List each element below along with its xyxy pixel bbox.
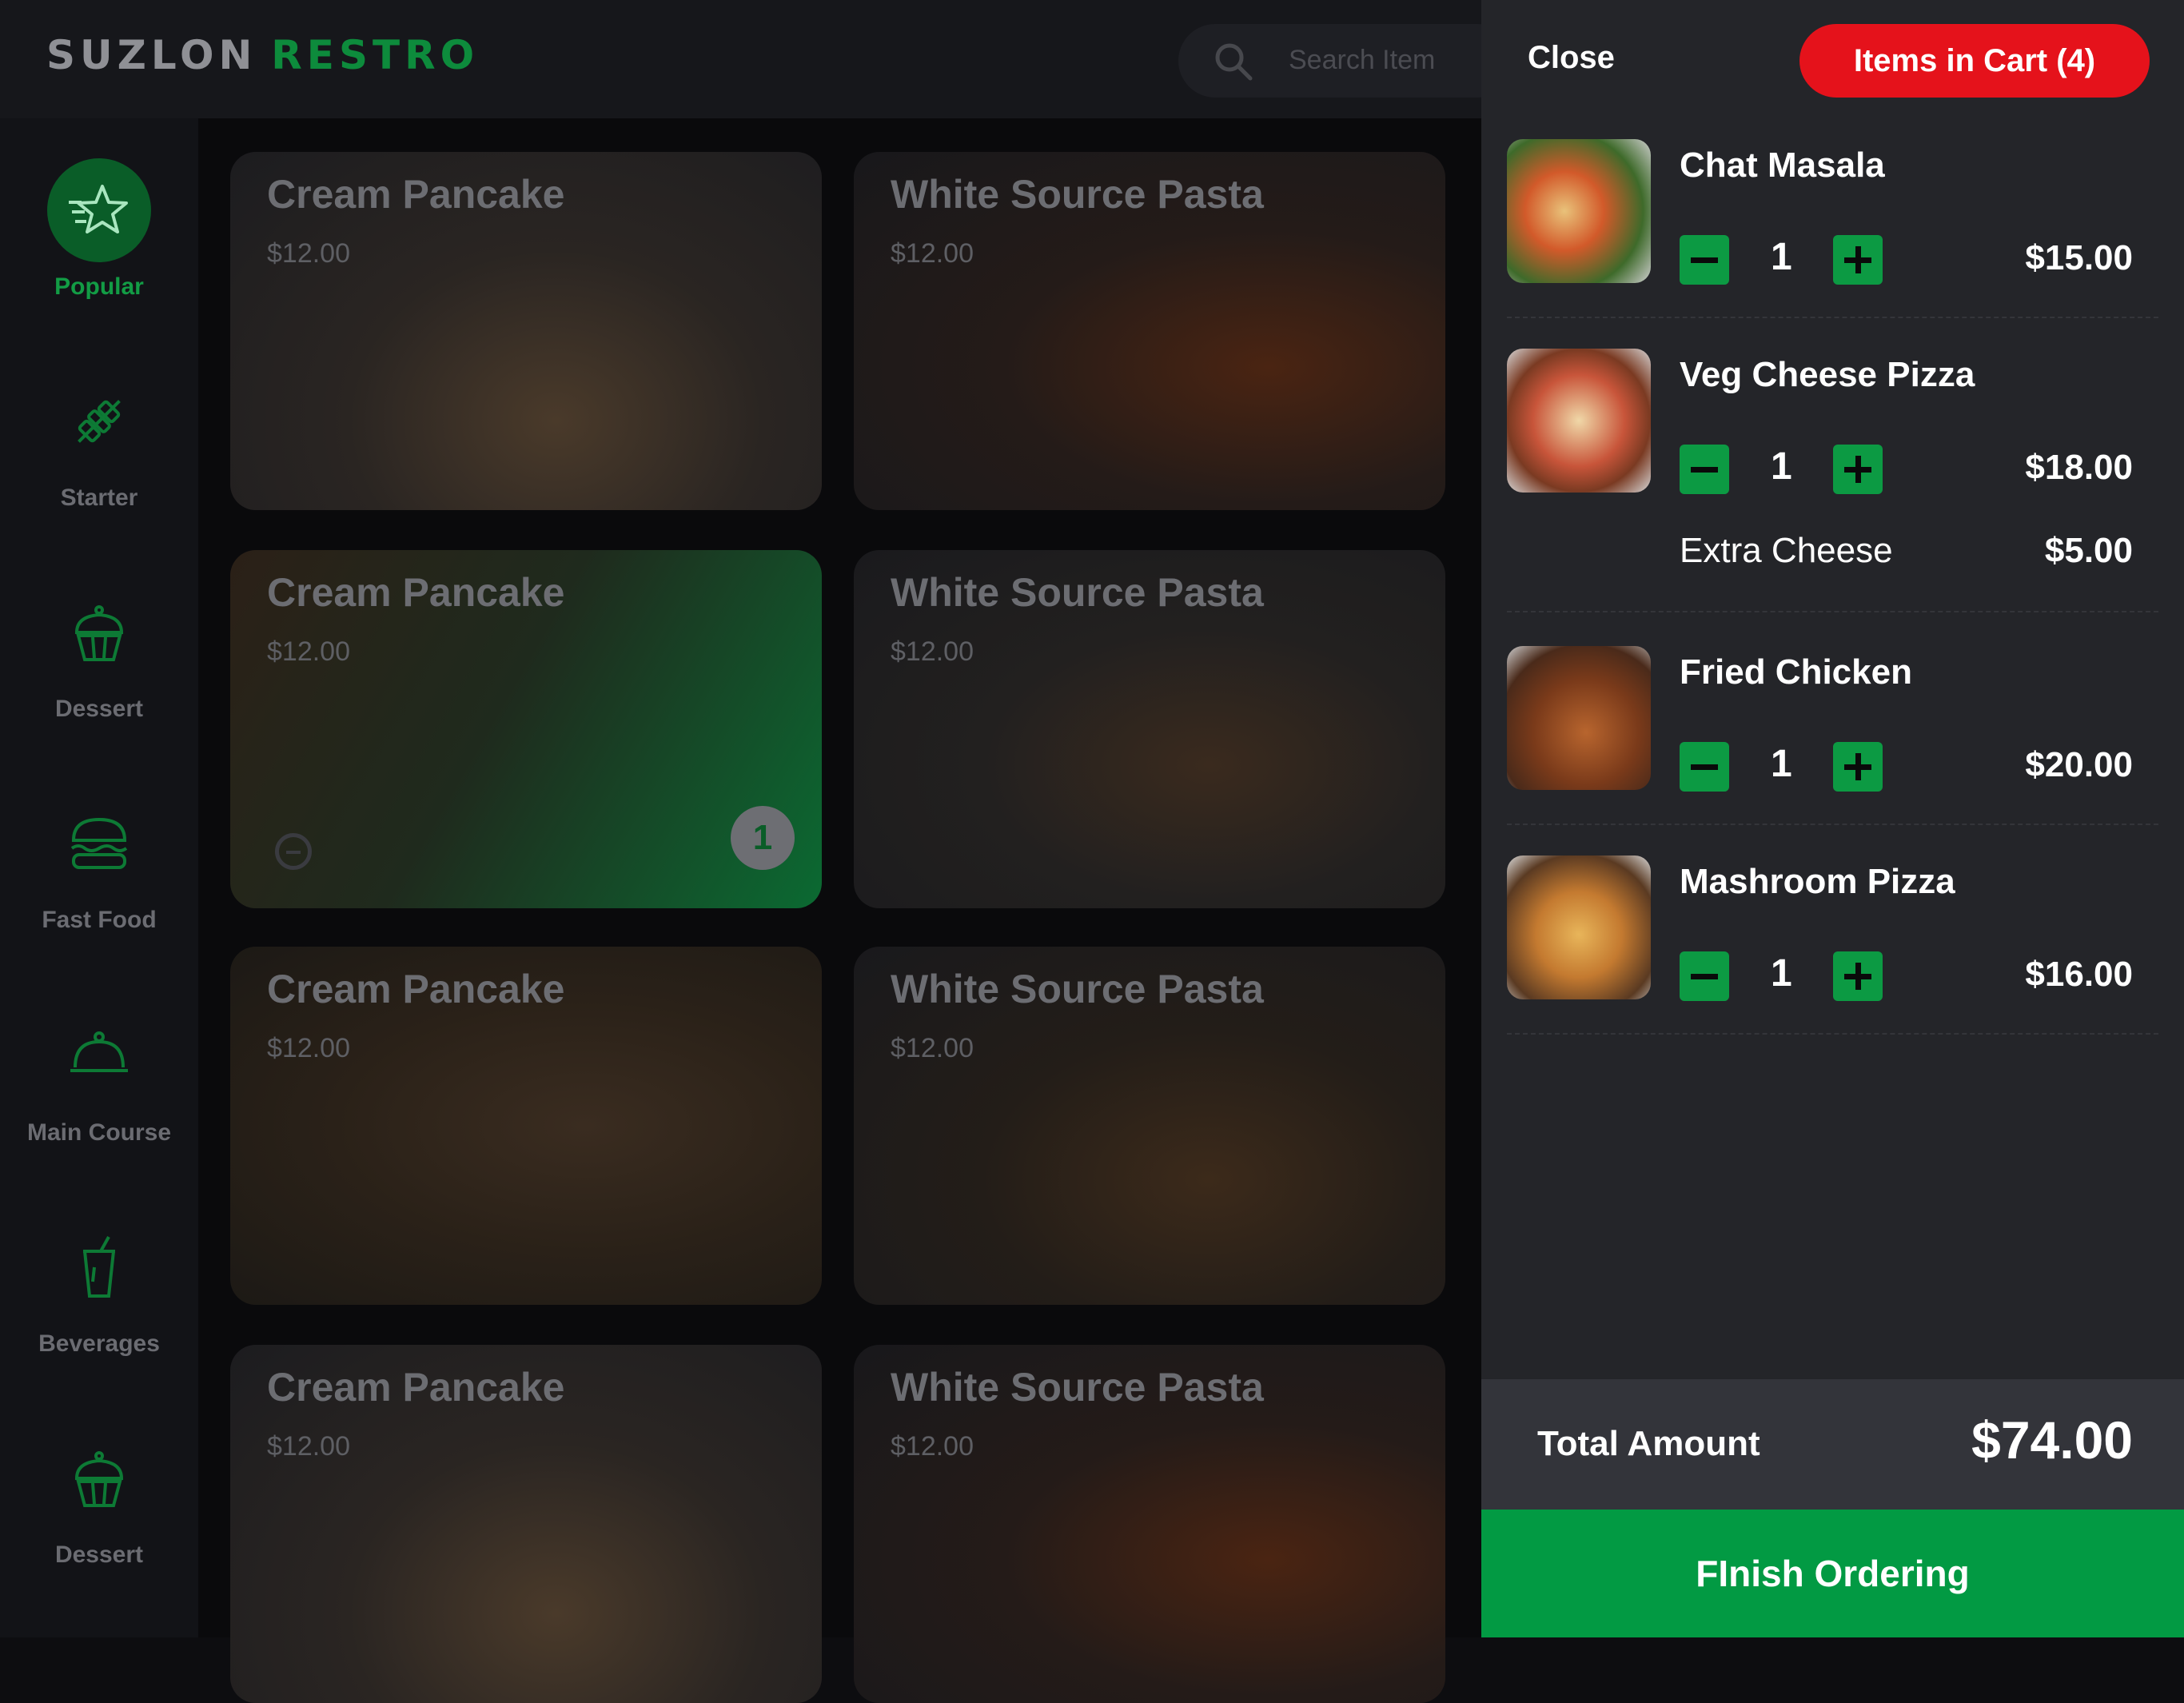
cart-item-quantity: 1 — [1771, 236, 1792, 278]
category-label: Starter — [60, 485, 138, 511]
cart-item-price: $18.00 — [2025, 448, 2133, 487]
brand-logo: SUZLON RESTRO — [46, 32, 479, 78]
cart-item-quantity: 1 — [1771, 445, 1792, 488]
divider — [1507, 824, 2158, 825]
category-label: Main Course — [26, 1119, 172, 1146]
menu-item-price: $12.00 — [891, 238, 974, 269]
decrease-quantity-button[interactable] — [1680, 445, 1729, 494]
menu-item-price: $12.00 — [267, 238, 350, 269]
menu-item-price: $12.00 — [267, 636, 350, 667]
menu-item-title: Cream Pancake — [267, 172, 565, 217]
divider — [1507, 1033, 2158, 1035]
menu-card[interactable]: White Source Pasta $12.00 — [854, 550, 1445, 908]
category-starter[interactable]: Starter — [0, 369, 198, 512]
cup-icon — [83, 1236, 115, 1298]
decrease-quantity-button[interactable] — [1680, 742, 1729, 792]
menu-card[interactable]: White Source Pasta $12.00 — [854, 947, 1445, 1305]
search-placeholder: Search Item — [1289, 45, 1436, 75]
cart-item-image — [1507, 646, 1651, 790]
cart-item-quantity: 1 — [1771, 743, 1792, 785]
menu-item-price: $12.00 — [891, 1431, 974, 1462]
menu-card[interactable]: Cream Pancake $12.00 — [230, 152, 822, 510]
menu-card[interactable]: White Source Pasta $12.00 — [854, 152, 1445, 510]
increase-quantity-button[interactable] — [1833, 742, 1883, 792]
category-label: Beverages — [38, 1330, 160, 1357]
brand-name-part1: SUZLON — [46, 32, 257, 78]
cart-item-price: $16.00 — [2025, 955, 2133, 994]
cart-item-image — [1507, 855, 1651, 999]
quantity-badge: 1 — [731, 806, 795, 870]
category-label: Fast Food — [42, 907, 157, 933]
addon-price: $5.00 — [2044, 531, 2133, 570]
category-dessert[interactable]: Dessert — [0, 580, 198, 723]
category-beverages[interactable]: Beverages — [0, 1215, 198, 1358]
cart-item-price: $20.00 — [2025, 745, 2133, 784]
close-button[interactable]: Close — [1528, 40, 1615, 76]
increase-quantity-button[interactable] — [1833, 445, 1883, 494]
menu-grid: Cream Pancake $12.00 White Source Pasta … — [198, 118, 1481, 1703]
category-main-course[interactable]: Main Course — [0, 1004, 198, 1147]
cart-panel: Close Items in Cart (4) Chat Masala 1 $1… — [1481, 0, 2184, 1637]
cart-item-price: $15.00 — [2025, 238, 2133, 277]
menu-item-title: White Source Pasta — [891, 172, 1264, 217]
total-label: Total Amount — [1537, 1424, 1760, 1463]
decrease-quantity-button[interactable] — [1680, 951, 1729, 1001]
menu-card[interactable]: Cream Pancake $12.00 — [230, 947, 822, 1305]
menu-item-price: $12.00 — [891, 636, 974, 667]
menu-item-title: White Source Pasta — [891, 967, 1264, 1011]
items-in-cart-button[interactable]: Items in Cart (4) — [1799, 24, 2150, 98]
menu-card-selected[interactable]: Cream Pancake $12.00 1 — [230, 550, 822, 908]
cupcake-icon — [74, 605, 124, 661]
skewer-icon — [78, 400, 121, 443]
menu-item-title: White Source Pasta — [891, 570, 1264, 615]
divider — [1507, 611, 2158, 612]
menu-item-title: White Source Pasta — [891, 1365, 1264, 1410]
menu-item-title: Cream Pancake — [267, 1365, 565, 1410]
search-input[interactable]: Search Item — [1178, 24, 1514, 98]
app-header: SUZLON RESTRO Search Item — [0, 0, 1514, 118]
cart-item-name: Fried Chicken — [1680, 652, 1912, 692]
menu-item-title: Cream Pancake — [267, 570, 565, 615]
menu-item-title: Cream Pancake — [267, 967, 565, 1011]
increase-quantity-button[interactable] — [1833, 951, 1883, 1001]
cart-item-image — [1507, 139, 1651, 283]
addon-name: Extra Cheese — [1680, 531, 1893, 570]
increase-quantity-button[interactable] — [1833, 235, 1883, 285]
total-value: $74.00 — [1971, 1410, 2133, 1470]
brand-name-part2: RESTRO — [271, 32, 480, 78]
menu-item-price: $12.00 — [267, 1431, 350, 1462]
cart-item-name: Veg Cheese Pizza — [1680, 355, 1975, 394]
cart-item-name: Chat Masala — [1680, 146, 1885, 185]
category-label: Dessert — [54, 696, 144, 722]
cart-item-name: Mashroom Pizza — [1680, 862, 1955, 901]
menu-item-price: $12.00 — [267, 1033, 350, 1063]
menu-card[interactable]: Cream Pancake $12.00 — [230, 1345, 822, 1703]
star-icon — [69, 185, 128, 233]
decrease-quantity-button[interactable] — [1680, 235, 1729, 285]
category-label: Dessert — [54, 1541, 144, 1568]
category-dessert-2[interactable]: Dessert — [0, 1426, 198, 1569]
menu-card[interactable]: White Source Pasta $12.00 — [854, 1345, 1445, 1703]
finish-ordering-button[interactable]: FInish Ordering — [1481, 1510, 2184, 1637]
decrease-button[interactable] — [275, 833, 312, 870]
category-sidebar: Popular Starter Dessert Fast Food Main C… — [0, 118, 198, 1637]
cart-item-quantity: 1 — [1771, 952, 1792, 995]
total-bar: Total Amount $74.00 — [1481, 1379, 2184, 1510]
divider — [1507, 317, 2158, 318]
burger-icon — [70, 817, 128, 869]
cloche-icon — [70, 1031, 128, 1072]
category-label: Popular — [54, 273, 144, 300]
cupcake-icon — [74, 1451, 124, 1507]
category-fast-food[interactable]: Fast Food — [0, 792, 198, 934]
cart-item-image — [1507, 349, 1651, 493]
search-icon — [1215, 43, 1253, 81]
category-popular[interactable]: Popular — [0, 158, 198, 301]
menu-item-price: $12.00 — [891, 1033, 974, 1063]
